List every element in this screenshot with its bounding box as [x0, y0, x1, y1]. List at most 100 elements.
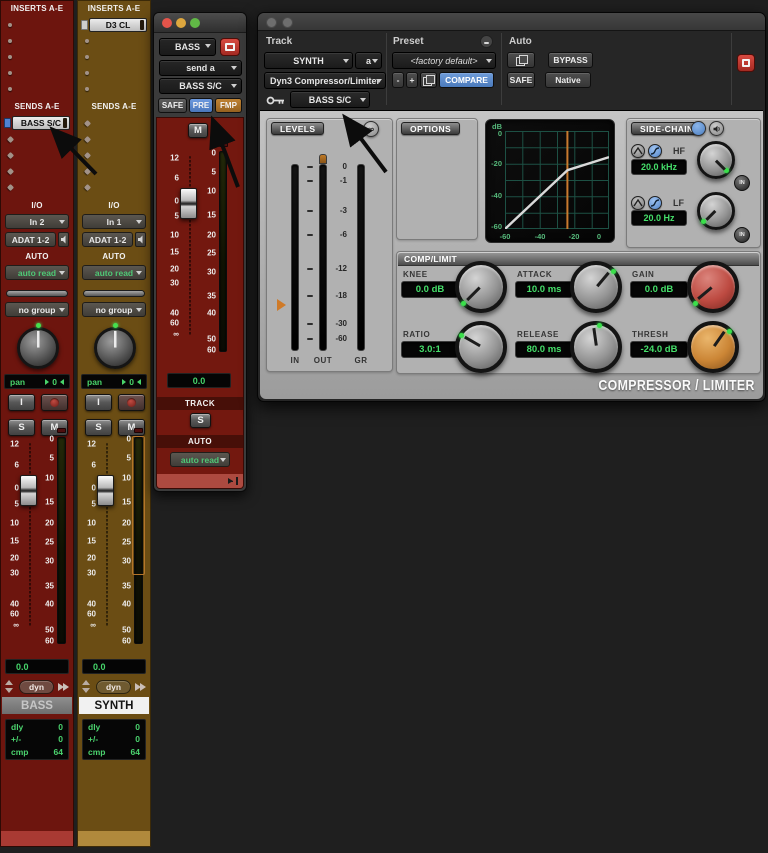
send-slot[interactable]	[80, 163, 148, 179]
pan-knob[interactable]	[17, 323, 59, 369]
dyn-view-button[interactable]: dyn	[95, 679, 132, 694]
minimize-icon[interactable]	[176, 18, 186, 28]
plugin-selector[interactable]: Dyn3 Compressor/Limiter	[264, 72, 386, 89]
send-slot[interactable]	[80, 147, 148, 163]
input-monitor-button[interactable]: I	[85, 394, 112, 411]
compare-button[interactable]: COMPARE	[439, 72, 494, 88]
target-window-button[interactable]	[737, 54, 755, 72]
thresh-knob[interactable]	[687, 321, 739, 373]
send-automation-selector[interactable]: auto read	[170, 452, 230, 467]
input-selector[interactable]: In 1	[82, 214, 146, 229]
bypass-button[interactable]: BYPASS	[548, 52, 593, 68]
safe-button[interactable]: SAFE	[158, 98, 187, 113]
insert-slot-active[interactable]: D3 CL	[80, 17, 148, 33]
send-level-fader[interactable]	[180, 188, 197, 220]
send-slot[interactable]	[3, 163, 71, 179]
send-track-selector[interactable]: BASS	[159, 38, 216, 56]
output-selector[interactable]: ADAT 1-2	[82, 232, 133, 247]
pan-display[interactable]: pan 0	[81, 374, 147, 389]
insert-slot[interactable]	[80, 65, 148, 81]
group-selector[interactable]: no group	[82, 302, 146, 317]
link-icon[interactable]: ∞	[363, 121, 379, 137]
solo-button[interactable]: S	[8, 419, 35, 436]
librarian-button[interactable]	[420, 72, 437, 88]
track-name-plate[interactable]: SYNTH	[79, 697, 149, 714]
input-monitor-button[interactable]: I	[8, 394, 35, 411]
key-listen-button[interactable]	[691, 121, 706, 136]
insert-slot[interactable]	[80, 81, 148, 97]
send-slot[interactable]	[3, 131, 71, 147]
expand-icon[interactable]	[228, 477, 238, 485]
minimize-icon[interactable]	[282, 17, 293, 28]
lf-shelf-filter-button[interactable]	[648, 196, 662, 210]
send-slot[interactable]	[3, 147, 71, 163]
volume-fader[interactable]	[97, 475, 114, 507]
send-slot-active[interactable]: BASS S/C	[3, 115, 71, 131]
knee-knob[interactable]	[455, 261, 507, 313]
auto-enable-button[interactable]	[507, 52, 535, 68]
expand-view-icon[interactable]	[58, 682, 69, 691]
insert-slot[interactable]	[3, 65, 71, 81]
key-input-selector[interactable]: BASS S/C	[290, 91, 370, 108]
attack-knob[interactable]	[570, 261, 622, 313]
send-destination-selector[interactable]: BASS S/C	[159, 78, 242, 94]
close-icon[interactable]	[266, 17, 277, 28]
insert-slot[interactable]	[3, 33, 71, 49]
view-up-down-icon[interactable]	[82, 680, 91, 693]
zoom-icon[interactable]	[190, 18, 200, 28]
gain-knob[interactable]	[687, 261, 739, 313]
send-slot-selector[interactable]: send a	[159, 60, 242, 76]
hf-peak-filter-button[interactable]	[631, 144, 645, 158]
track-selector[interactable]: SYNTH	[264, 52, 353, 69]
volume-fader[interactable]	[20, 475, 37, 507]
threshold-arrow-icon[interactable]	[277, 299, 286, 311]
preset-decrement-button[interactable]: -	[392, 72, 404, 88]
view-up-down-icon[interactable]	[5, 680, 14, 693]
send-slot[interactable]	[80, 115, 148, 131]
send-mute-button[interactable]: M	[188, 123, 208, 138]
record-arm-button[interactable]	[118, 394, 145, 411]
solo-button[interactable]: S	[85, 419, 112, 436]
expand-view-icon[interactable]	[135, 682, 146, 691]
target-window-button[interactable]	[220, 38, 240, 56]
group-bar[interactable]	[83, 290, 145, 297]
hf-frequency-knob[interactable]	[697, 141, 735, 179]
send-solo-button[interactable]: S	[190, 413, 211, 428]
fmp-button[interactable]: FMP	[215, 98, 242, 113]
dyn-view-button[interactable]: dyn	[18, 679, 55, 694]
insert-slot[interactable]	[3, 17, 71, 33]
send-slot[interactable]	[3, 179, 71, 195]
lf-in-button[interactable]: IN	[734, 227, 750, 243]
native-format-button[interactable]: Native	[545, 72, 591, 88]
send-slot[interactable]	[80, 131, 148, 147]
monitor-button[interactable]	[709, 121, 724, 136]
insert-slot[interactable]	[80, 49, 148, 65]
ratio-knob[interactable]	[455, 321, 507, 373]
automation-mode-selector[interactable]: auto read	[82, 265, 146, 280]
hf-shelf-filter-button[interactable]	[648, 144, 662, 158]
pre-button[interactable]: PRE	[189, 98, 213, 113]
pan-knob[interactable]	[94, 323, 136, 369]
insert-slot[interactable]	[3, 49, 71, 65]
hf-in-button[interactable]: IN	[734, 175, 750, 191]
lf-frequency-knob[interactable]	[697, 192, 735, 230]
insert-slot[interactable]	[80, 33, 148, 49]
release-knob[interactable]	[570, 321, 622, 373]
pan-display[interactable]: pan 0	[4, 374, 70, 389]
close-icon[interactable]	[162, 18, 172, 28]
lf-peak-filter-button[interactable]	[631, 196, 645, 210]
input-selector[interactable]: In 2	[5, 214, 69, 229]
preset-selector[interactable]: <factory default>	[392, 52, 496, 69]
record-arm-button[interactable]	[41, 394, 68, 411]
insert-slot[interactable]	[3, 81, 71, 97]
send-slot[interactable]	[80, 179, 148, 195]
group-selector[interactable]: no group	[5, 302, 69, 317]
automation-mode-selector[interactable]: auto read	[5, 265, 69, 280]
auto-safe-button[interactable]: SAFE	[507, 72, 535, 88]
insert-position-selector[interactable]: a	[355, 52, 382, 69]
output-selector[interactable]: ADAT 1-2	[5, 232, 56, 247]
group-bar[interactable]	[6, 290, 68, 297]
send-button-bass-sc[interactable]: BASS S/C	[12, 116, 70, 130]
insert-button-d3cl[interactable]: D3 CL	[89, 18, 147, 32]
track-name-plate[interactable]: BASS	[2, 697, 72, 714]
